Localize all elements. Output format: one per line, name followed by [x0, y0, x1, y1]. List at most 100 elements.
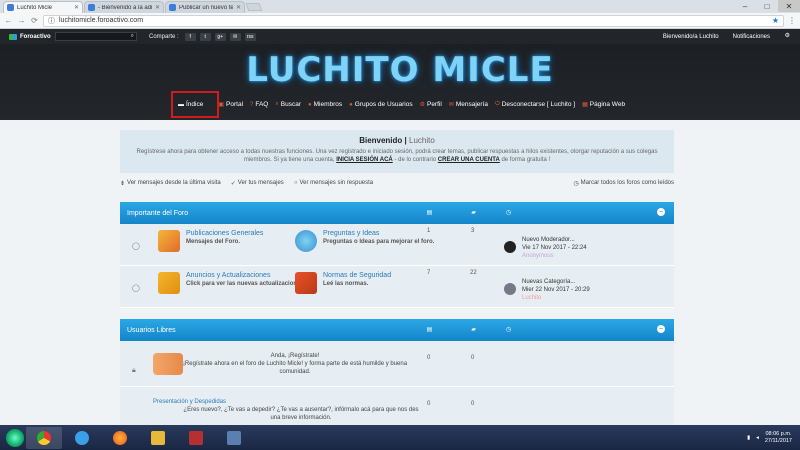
collapse-icon[interactable]: − — [657, 208, 665, 216]
clock-icon: ◷ — [505, 210, 512, 216]
nav-portal[interactable]: ▣ Portal — [218, 101, 243, 108]
welcome-box: Bienvenido | Luchito Regístrese ahora pa… — [120, 130, 674, 173]
category-header[interactable]: Importante del Foro ▤ ▰ ◷ − — [120, 202, 674, 224]
page-info-icon[interactable]: ⓘ — [48, 16, 55, 26]
nav-mensajeria[interactable]: ✉ Mensajería — [449, 101, 488, 108]
link-unanswered[interactable]: ○ Ver mensajes sin respuesta — [294, 180, 373, 187]
people-icon — [153, 353, 183, 375]
subforum-normas[interactable]: Normas de Seguridad Leé las normas. — [295, 272, 391, 294]
register-link[interactable]: CREAR UNA CUENTA — [438, 157, 500, 163]
subforum-preguntas[interactable]: Preguntas y Ideas Preguntas o Ideas para … — [295, 230, 434, 252]
search-icon[interactable]: ⌕ — [131, 33, 134, 40]
maximize-icon[interactable]: □ — [756, 0, 778, 12]
browser-menu-icon[interactable]: ⋮ — [788, 16, 796, 25]
home-icon: ▬ — [178, 101, 184, 108]
nav-desconectarse[interactable]: ⏻ Desconectarse [ Luchito ] — [495, 101, 575, 108]
taskbar-app[interactable] — [178, 427, 214, 449]
facebook-icon[interactable]: f — [184, 32, 196, 41]
clock[interactable]: 08:06 p.m. 27/11/2017 — [765, 431, 792, 445]
nav-pagina-web[interactable]: ▦ Página Web — [582, 101, 625, 108]
subforum-publicaciones[interactable]: Publicaciones Generales Mensajes del Foro… — [158, 230, 263, 252]
twitter-icon[interactable]: t — [199, 32, 211, 41]
faq-icon: ? — [250, 101, 254, 108]
notifications-link[interactable]: Notificaciones — [733, 34, 770, 40]
forum-logo[interactable]: LUCHITO MICLE — [0, 50, 800, 90]
tab-admin[interactable]: - Bienvenido a la admi ✕ — [84, 1, 164, 13]
new-tab-button[interactable] — [245, 3, 263, 11]
last-post-user[interactable]: Luchito — [522, 294, 590, 302]
start-button[interactable] — [6, 428, 24, 447]
minimize-icon[interactable]: – — [734, 0, 756, 12]
link-since-last-visit[interactable]: ⇟ Ver mensajes desde la última visita — [120, 180, 221, 187]
bubble-icon: ◯ — [132, 285, 140, 292]
forum-header: LUCHITO MICLE ▬ Índice ▣ Portal ? FAQ ⌕ Busc… — [0, 44, 800, 120]
nav-buscar[interactable]: ⌕ Buscar — [275, 101, 301, 108]
link-mark-read[interactable]: ◷ Marcar todos los foros como leídos — [573, 180, 674, 187]
avatar[interactable] — [504, 283, 516, 295]
forward-icon[interactable]: → — [17, 16, 26, 25]
share-label: Comparte : — [149, 33, 179, 40]
category-importante: Importante del Foro ▤ ▰ ◷ − ◯ Publicacio… — [120, 202, 674, 308]
avatar[interactable] — [504, 241, 516, 253]
topics-count: 1 — [427, 228, 431, 234]
rss-icon[interactable]: rss — [244, 32, 256, 41]
nav-indice[interactable]: ▬ Índice — [178, 101, 203, 108]
topics-count: 0 — [427, 401, 431, 407]
reload-icon[interactable]: ⟳ — [30, 16, 39, 25]
category-usuarios-libres: Usuarios Libres ▤ ▰ ◷ − 🔒︎ Anda, ¡Regíst… — [120, 319, 674, 427]
last-post-date: Mier 22 Nov 2017 - 20:29 — [522, 287, 590, 293]
taskbar-firefox[interactable] — [102, 427, 138, 449]
posts-count: 3 — [471, 228, 475, 234]
taskbar-folder[interactable] — [140, 427, 176, 449]
system-tray: ▮ ◂ 08:06 p.m. 27/11/2017 — [747, 431, 792, 445]
chrome-icon — [37, 430, 51, 445]
subforum-registrate[interactable]: Anda, ¡Regístrate! ¡Regístrate ahora en … — [180, 352, 410, 376]
foroactivo-logo[interactable]: Foroactivo — [9, 33, 53, 40]
email-icon[interactable]: ✉ — [229, 32, 241, 41]
last-post-date: Vie 17 Nov 2017 - 22:24 — [522, 245, 587, 251]
bookmark-star-icon[interactable]: ★ — [772, 16, 779, 25]
app-icon — [227, 430, 241, 445]
clock-icon: ◷ — [505, 327, 512, 333]
back-icon[interactable]: ← — [4, 16, 13, 25]
last-post-title[interactable]: Nuevas Categoría... — [522, 278, 590, 286]
ie-icon — [75, 430, 89, 445]
logout-icon: ⏻ — [494, 101, 500, 107]
search-input[interactable]: ⌕ — [55, 32, 137, 41]
site-favicon-icon — [169, 4, 176, 11]
login-link[interactable]: INICIA SESIÓN ACÁ — [336, 157, 393, 163]
posts-icon: ▰ — [471, 327, 476, 333]
nav-miembros[interactable]: ● Miembros — [308, 101, 342, 108]
gear-icon[interactable]: ⚙ — [785, 32, 790, 39]
url-input[interactable]: ⓘ luchitomicle.foroactivo.com ★ — [43, 14, 784, 27]
link-your-posts[interactable]: ✓ Ver tus mensajes — [231, 180, 284, 187]
taskbar-app-2[interactable] — [216, 427, 252, 449]
lock-icon: 🔒︎ — [132, 367, 136, 374]
close-tab-icon[interactable]: ✕ — [155, 4, 160, 11]
last-post-user[interactable]: Anonymous — [522, 252, 587, 260]
forum-row: ◯ Anuncios y Actualizaciones Click para v… — [120, 266, 674, 308]
close-window-icon[interactable]: ✕ — [778, 0, 800, 12]
volume-icon[interactable]: ◂ — [756, 435, 759, 441]
nav-grupos[interactable]: ● Grupos de Usuarios — [349, 101, 412, 108]
welcome-user-link[interactable]: Bienvenido/a Luchito — [663, 34, 719, 40]
network-icon[interactable]: ▮ — [747, 435, 750, 441]
google-plus-icon[interactable]: g+ — [214, 32, 226, 41]
firefox-icon — [113, 430, 127, 445]
category-header[interactable]: Usuarios Libres ▤ ▰ ◷ − — [120, 319, 674, 341]
collapse-icon[interactable]: − — [657, 325, 665, 333]
topics-icon: ▤ — [426, 327, 433, 333]
folder-icon — [151, 430, 165, 445]
tab-luchito-micle[interactable]: Luchito Micle ✕ — [3, 1, 83, 13]
subforum-presentacion[interactable]: Presentación y Despedidas ¿Eres nuevo?, … — [153, 398, 423, 422]
subforum-anuncios[interactable]: Anuncios y Actualizaciones Click para ver… — [158, 272, 305, 294]
taskbar-chrome[interactable] — [26, 426, 62, 449]
tab-new-topic[interactable]: Publicar un nuevo tema ✕ — [165, 1, 245, 13]
close-tab-icon[interactable]: ✕ — [74, 4, 79, 11]
taskbar-ie[interactable] — [64, 427, 100, 449]
nav-faq[interactable]: ? FAQ — [250, 101, 268, 108]
last-post-title[interactable]: Nuevo Moderador... — [522, 236, 587, 244]
close-tab-icon[interactable]: ✕ — [236, 4, 241, 11]
quick-links: ⇟ Ver mensajes desde la última visita ✓ Ve… — [120, 180, 674, 187]
nav-perfil[interactable]: ⚙ Perfil — [420, 101, 442, 108]
